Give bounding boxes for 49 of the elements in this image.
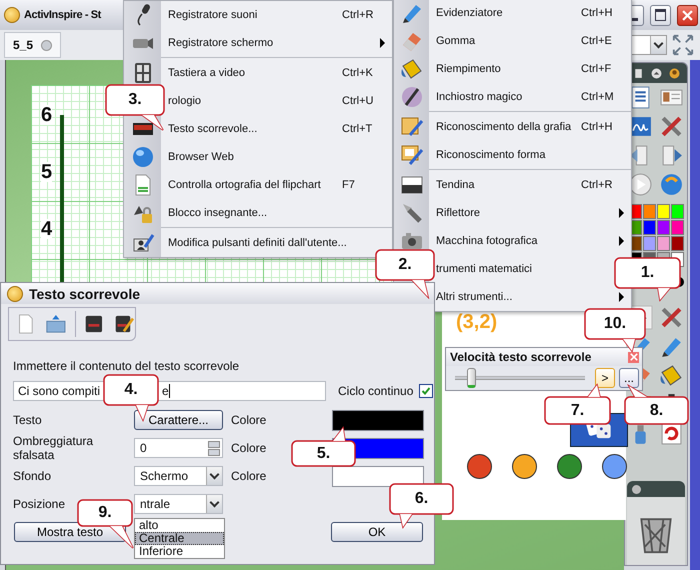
- menu-item[interactable]: Inchiostro magico Ctrl+M: [394, 83, 631, 111]
- window-title: ActivInspire - St: [24, 9, 101, 21]
- field-label: Testo: [13, 413, 43, 427]
- field-label: Posizione: [13, 497, 66, 511]
- menu-item[interactable]: Browser Web: [124, 143, 392, 171]
- dialog-button[interactable]: OK: [331, 522, 423, 542]
- field-label: Colore: [231, 413, 266, 427]
- menu-item[interactable]: Controlla ortografia del flipchart F7: [124, 171, 392, 199]
- field-label: Colore: [231, 441, 266, 455]
- font-button[interactable]: Carattere...: [134, 410, 223, 430]
- coordinate-label: (3,2): [456, 311, 498, 334]
- menu-item[interactable]: Blocco insegnante...: [124, 199, 392, 227]
- callout-tooltip: 10.: [583, 307, 647, 353]
- axis-label: 6: [41, 105, 52, 125]
- dropdown-field[interactable]: Schermo: [134, 466, 223, 486]
- callout-tooltip: 6.: [388, 482, 455, 529]
- dialog-title: Testo scorrevole: [29, 286, 140, 302]
- dropdown-field[interactable]: ntrale: [134, 494, 223, 514]
- number-input[interactable]: 0: [134, 438, 223, 458]
- menu-item[interactable]: Riflettore: [394, 199, 631, 227]
- menu-item[interactable]: Riconoscimento forma: [394, 141, 631, 169]
- speed-button[interactable]: ...: [619, 368, 639, 388]
- menu-item[interactable]: Riempimento Ctrl+F: [394, 55, 631, 83]
- list-option[interactable]: alto: [135, 519, 224, 532]
- axis-label: 4: [41, 219, 52, 239]
- field-label: Sfondo: [13, 469, 52, 483]
- list-option[interactable]: Inferiore: [135, 545, 224, 558]
- menu-item[interactable]: Tendina Ctrl+R: [394, 171, 631, 199]
- callout-tooltip: 3.: [104, 83, 166, 132]
- callout-tooltip: 8.: [623, 384, 690, 426]
- menu-item[interactable]: Evidenziatore Ctrl+H: [394, 0, 631, 27]
- menu-item[interactable]: Registratore suoni Ctrl+R: [124, 1, 392, 29]
- tab-label: 5_5: [13, 38, 34, 52]
- callout-tooltip: 5.: [290, 426, 357, 468]
- callout-tooltip: 1.: [613, 256, 682, 302]
- speed-button[interactable]: >: [595, 368, 615, 388]
- callout-tooltip: 2.: [374, 248, 436, 299]
- field-label: Ombreggiatura sfalsata: [13, 434, 94, 462]
- document-tab[interactable]: 5_5: [4, 32, 62, 58]
- menu-item[interactable]: Registratore schermo: [124, 29, 392, 57]
- dialog-title: Velocità testo scorrevole: [450, 350, 592, 364]
- list-option[interactable]: Centrale: [135, 532, 224, 545]
- checkbox-label: Ciclo continuo: [338, 384, 414, 398]
- axis-label: 5: [41, 162, 52, 182]
- field-label: Colore: [231, 469, 266, 483]
- menu-item[interactable]: Gomma Ctrl+E: [394, 27, 631, 55]
- prompt-text: Immettere il contenuto del testo scorrevole: [13, 359, 240, 373]
- callout-tooltip: 7.: [543, 383, 612, 426]
- menu-item[interactable]: Riconoscimento della grafia Ctrl+H: [394, 113, 631, 141]
